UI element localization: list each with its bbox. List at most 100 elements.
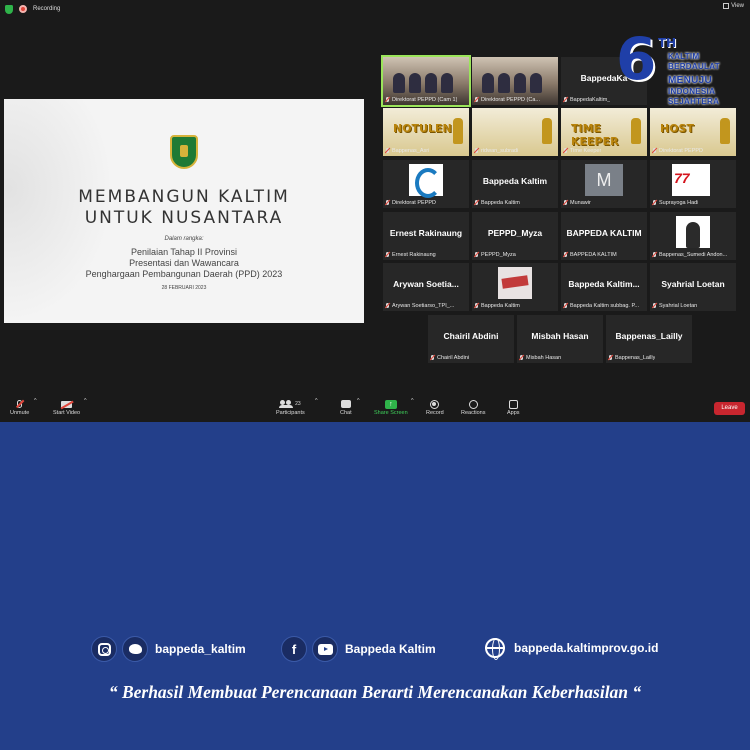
participant-name: Bappeda Kaltim subbag. P... [570,302,640,309]
apps-button[interactable]: Apps [507,398,520,416]
participant-name-label: PEPPD_Myza [474,250,556,259]
muted-mic-icon [474,251,479,258]
leave-button[interactable]: Leave [714,402,745,415]
grid-view-icon [723,3,730,9]
participant-tile[interactable]: M Munawir [561,160,647,208]
participant-name: Bappenas_Asri [392,147,430,154]
participant-name: Chairil Abdini [437,354,470,361]
participant-tile[interactable]: ridwan_subradi [472,108,558,156]
instagram-icon[interactable] [91,636,117,662]
participant-display-name: Syahrial Loetan [661,279,725,289]
view-button[interactable]: View [723,3,744,9]
participant-tile[interactable]: BAPPEDA KALTIM BAPPEDA KALTIM [561,212,647,260]
trophy-icon [631,118,641,144]
share-screen-button[interactable]: ↑ Share Screen [374,398,408,416]
participant-tile[interactable]: Direktorat PEPPD [383,160,469,208]
muted-mic-icon [385,302,390,309]
record-button[interactable]: Record [426,398,444,416]
slide-context-label: Dalam rangka: [164,236,204,242]
participant-name-label: Bappenas_Sumedi Andon... [652,250,734,259]
slide-line2: Presentasi dan Wawancara [129,258,239,268]
badge-line1: KALTIM [668,52,700,61]
top-bar: Recording [0,0,750,18]
participant-tile[interactable]: Bappeda Kaltim Bappeda Kaltim [472,160,558,208]
muted-mic-icon [385,199,390,206]
participant-name: BAPPEDA KALTIM [570,251,617,258]
person-figure [530,73,542,93]
motto-quote: “ Berhasil Membuat Perencanaan Berarti M… [108,682,642,702]
participant-display-name: PEPPD_Myza [487,228,543,238]
reactions-label: Reactions [461,410,486,416]
twitter-icon[interactable] [122,636,148,662]
share-screen-label: Share Screen [374,410,408,416]
participant-tile[interactable]: Bappeda Kaltim... Bappeda Kaltim subbag. … [561,263,647,311]
participant-tile[interactable]: Bappenas_Sumedi Andon... [650,212,736,260]
participant-tile[interactable]: Bappeda Kaltim [472,263,558,311]
muted-mic-icon [652,199,657,206]
record-icon [430,399,440,409]
slide-line1: Penilaian Tahap II Provinsi [131,247,237,257]
participant-tile[interactable]: Direktorat PEPPD (Cam 1) [381,55,471,107]
participant-name: Bappenas_Sumedi Andon... [659,251,728,258]
footer-banner: bappeda_kaltim f Bappeda Kaltim bappeda.… [0,422,750,750]
participant-tile[interactable]: Arywan Soetia... Arywan Soetiarso_TPI_... [383,263,469,311]
person-figure [441,73,453,93]
participant-name: Munawir [570,199,591,206]
facebook-icon[interactable]: f [281,636,307,662]
person-figure [498,73,510,93]
participant-display-name: BAPPEDA KALTIM [566,228,642,238]
video-options-chevron-icon[interactable]: ^ [84,398,87,404]
audio-options-chevron-icon[interactable]: ^ [34,398,37,404]
participant-name-label: Bappenas_Lailly [608,353,690,362]
trophy-icon [720,118,730,144]
participant-name: PEPPD_Myza [481,251,516,258]
bappenas-logo-icon [409,164,443,198]
participant-tile[interactable]: Ernest Rakinaung Ernest Rakinaung [383,212,469,260]
website-url[interactable]: bappeda.kaltimprov.go.id [514,641,658,655]
participant-tile[interactable]: NOTULEN Bappenas_Asri [383,108,469,156]
participant-tile[interactable]: Direktorat PEPPD (Ca... [472,57,558,105]
participant-tile[interactable]: Misbah Hasan Misbah Hasan [517,315,603,363]
participant-name: Bappenas_Lailly [615,354,656,361]
participant-name: Misbah Hasan [526,354,562,361]
trophy-icon [453,118,463,144]
participant-name: Direktorat PEPPD (Cam 1) [392,96,458,103]
start-video-label: Start Video [53,410,81,416]
participant-name-label: Syahrial Loetan [652,301,734,310]
muted-mic-icon [563,147,568,154]
slide-line3: Penghargaan Pembangunan Daerah (PPD) 202… [85,269,283,279]
record-label: Record [426,410,444,416]
slide-title-line2: UNTUK NUSANTARA [84,208,284,228]
participant-display-name: Ernest Rakinaung [389,228,463,238]
view-label: View [731,3,744,9]
muted-mic-icon [652,251,657,258]
social-facebook-youtube: f Bappeda Kaltim [281,636,436,662]
participants-chevron-icon[interactable]: ^ [315,398,318,404]
muted-mic-icon [474,147,479,154]
muted-mic-icon [563,199,568,206]
participant-name: Time Keeper [570,147,602,154]
chat-button[interactable]: Chat [340,398,352,416]
share-chevron-icon[interactable]: ^ [411,398,414,404]
evaluation-image [498,267,532,299]
start-video-button[interactable]: Start Video [53,398,80,416]
youtube-icon[interactable] [312,636,338,662]
security-shield-icon[interactable] [5,4,13,14]
reactions-button[interactable]: Reactions [461,398,485,416]
participant-tile[interactable]: PEPPD_Myza PEPPD_Myza [472,212,558,260]
participant-tile[interactable]: Chairil Abdini Chairil Abdini [428,315,514,363]
participant-name: BappedaKaltim_ [570,96,611,103]
badge-line2: BERDAULAT [668,62,720,71]
slide-title-line1: MEMBANGUN KALTIM [78,187,290,207]
participants-button[interactable]: 23 Participants [276,398,305,416]
recording-icon [19,5,27,13]
profile-photo [676,216,710,248]
participant-tile[interactable]: Bappenas_Lailly Bappenas_Lailly [606,315,692,363]
badge-number: 6 [616,25,657,93]
muted-mic-icon [652,147,657,154]
participant-tile[interactable]: Syahrial Loetan Syahrial Loetan [650,263,736,311]
participant-name: Direktorat PEPPD [392,199,437,206]
participant-tile[interactable]: Suprayoga Hadi [650,160,736,208]
chat-chevron-icon[interactable]: ^ [357,398,360,404]
unmute-button[interactable]: Unmute [10,398,29,416]
